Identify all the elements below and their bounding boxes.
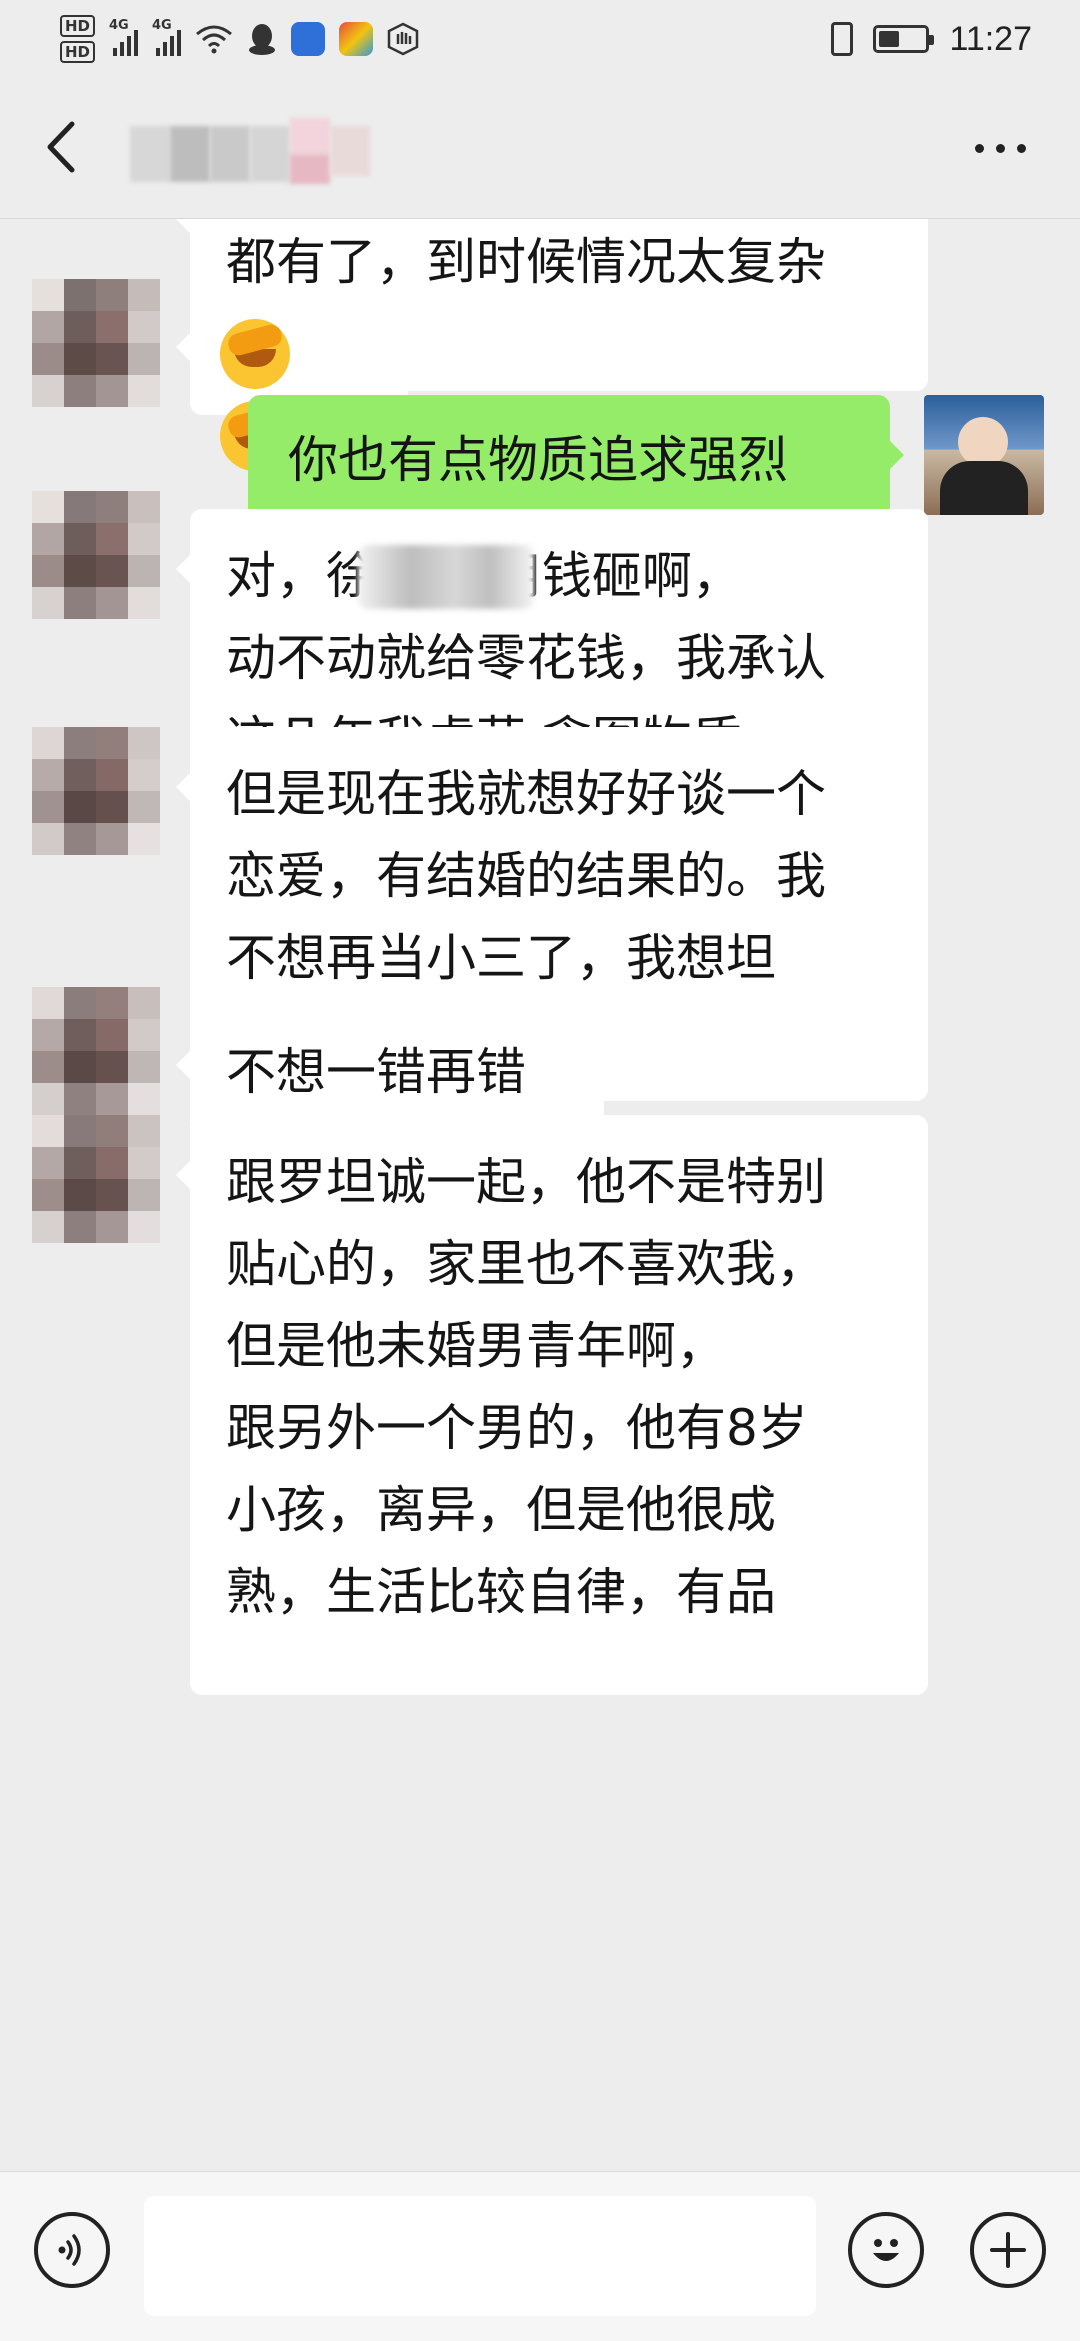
message-line: 不想再当小三了，我想坦 — [226, 929, 776, 987]
message-input[interactable] — [144, 2196, 816, 2316]
input-bar — [0, 2171, 1080, 2341]
app-notification-icon — [291, 22, 326, 56]
signal-1-icon: 4G — [109, 18, 139, 56]
hd2-badge: HD — [60, 41, 96, 63]
contact-avatar[interactable] — [32, 987, 160, 1115]
message-line: 不想一错再错 — [226, 1043, 526, 1101]
dot-icon — [974, 143, 984, 153]
plus-icon — [990, 2232, 1026, 2268]
chat-title-redacted — [130, 118, 390, 188]
message-line: 但是他未婚男青年啊， — [226, 1317, 726, 1375]
network-2-label: 4G — [152, 18, 172, 33]
message-line: 跟罗坦诚一起，他不是特别 — [226, 1153, 826, 1211]
message-line: 你也有点物质追求强烈 — [288, 431, 788, 489]
contact-avatar[interactable] — [32, 491, 160, 619]
network-1-label: 4G — [109, 18, 129, 33]
status-right: 11:27 — [831, 8, 1032, 70]
signal-2-icon: 4G — [152, 18, 182, 56]
smiley-icon — [873, 2239, 899, 2261]
clock: 11:27 — [949, 19, 1032, 58]
message-bubble-received[interactable]: 跟罗坦诚一起，他不是特别 贴心的，家里也不喜欢我， 但是他未婚男青年啊， 跟另外… — [176, 1115, 928, 1695]
wifi-icon — [196, 25, 232, 54]
battery-icon — [873, 25, 935, 53]
message-line: 熟，生活比较自律，有品 — [226, 1563, 776, 1621]
status-left: HD HD 4G 4G — [60, 8, 419, 70]
qq-penguin-icon — [249, 24, 276, 55]
my-avatar[interactable] — [924, 395, 1044, 515]
more-functions-button[interactable] — [970, 2212, 1046, 2288]
status-bar: HD HD 4G 4G 11:27 — [0, 0, 1080, 78]
more-options-button[interactable] — [960, 118, 1040, 178]
message-line: 贴心的，家里也不喜欢我， — [226, 1235, 826, 1293]
face-palm-crying-icon — [220, 318, 290, 389]
hd1-badge: HD — [60, 15, 96, 37]
message-line: 小孩，离异，但是他很成 — [226, 1481, 776, 1539]
voice-icon — [58, 2234, 81, 2266]
message-line: 但是现在我就想好好谈一个 — [226, 765, 826, 823]
chevron-left-icon — [47, 121, 75, 173]
message-line: 跟另外一个男的，他有8岁 — [226, 1399, 808, 1457]
redaction-blur — [358, 545, 534, 609]
back-button[interactable] — [30, 112, 90, 182]
vibrate-icon — [831, 22, 854, 56]
message-line: 动不动就给零花钱，我承认 — [226, 629, 826, 687]
message-bubble-sent[interactable]: 你也有点物质追求强烈 — [248, 395, 904, 525]
avatar-figure — [958, 417, 1008, 467]
browser-notification-icon — [339, 22, 374, 56]
chat-header — [0, 78, 1080, 219]
contact-avatar[interactable] — [32, 1115, 160, 1243]
emoji-button[interactable] — [848, 2212, 924, 2288]
hd-indicators: HD HD — [60, 15, 96, 63]
message-bubble-received[interactable]: 不想一错再错 — [176, 1005, 604, 1133]
message-line: 恋爱，有结婚的结果的。我 — [226, 847, 826, 905]
avatar-figure-body — [940, 461, 1028, 515]
message-line: 对，徐 当时用钱砸啊， — [226, 547, 742, 605]
contact-avatar[interactable] — [32, 727, 160, 855]
dot-icon — [995, 143, 1005, 153]
contact-avatar[interactable] — [32, 279, 160, 407]
shield-hand-icon — [387, 22, 419, 56]
voice-button[interactable] — [34, 2212, 110, 2288]
dot-icon — [1016, 143, 1026, 153]
message-list[interactable]: 都有了，到时候情况太复杂 了 你也有点物质追求强烈 对，徐 当时用钱砸啊， 动不… — [0, 219, 1080, 2171]
